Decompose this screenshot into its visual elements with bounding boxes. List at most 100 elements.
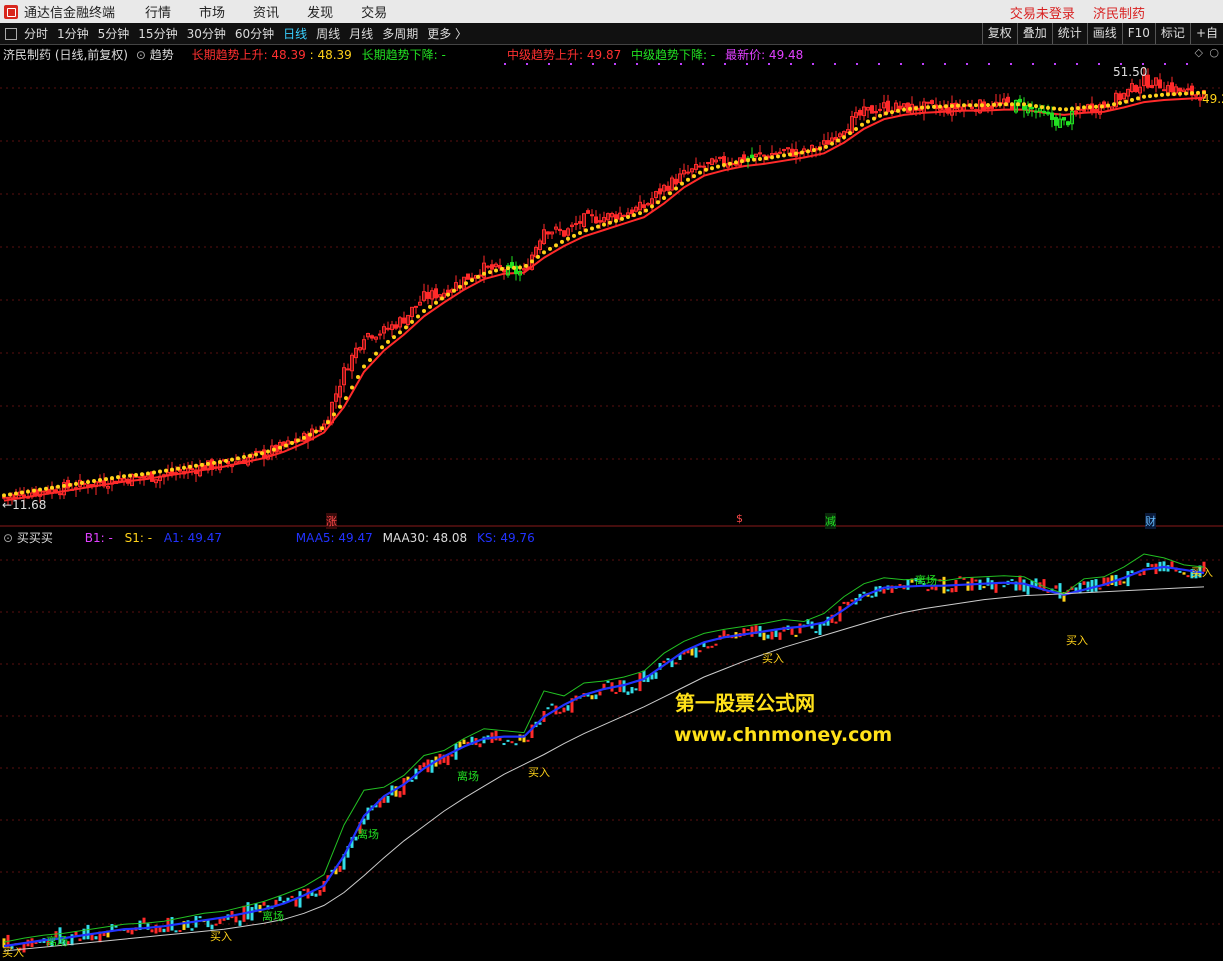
indicator-bar xyxy=(262,901,266,906)
indicator-bar xyxy=(238,920,242,926)
indicator-bar xyxy=(506,739,510,742)
indicator-bar xyxy=(502,743,506,746)
indicator-bar xyxy=(622,680,626,693)
indicator-bar xyxy=(1098,587,1102,590)
indicator-bar xyxy=(834,621,838,624)
series-line-maa5 xyxy=(3,565,1205,948)
exit-signal-tag: 离场 xyxy=(457,770,479,783)
indicator-bar xyxy=(790,627,794,635)
indicator-bar xyxy=(674,662,678,665)
indicator-bar xyxy=(1058,583,1062,599)
indicator-bar xyxy=(926,589,930,592)
indicator-bar xyxy=(110,924,114,931)
indicator-bar xyxy=(1138,573,1142,576)
indicator-bar xyxy=(1178,570,1182,573)
indicator-bar xyxy=(1110,575,1114,585)
indicator-bar xyxy=(418,765,422,770)
indicator-bar xyxy=(190,928,194,931)
indicator-bar xyxy=(526,739,530,742)
indicator-bar xyxy=(198,916,202,919)
indicator-bar xyxy=(562,707,566,713)
indicator-bar xyxy=(558,711,562,714)
indicator-bar xyxy=(302,888,306,891)
indicator-bar xyxy=(778,632,782,640)
buy-signal-tag: 买入 xyxy=(528,766,550,779)
indicator-bar xyxy=(750,626,754,637)
indicator-bar xyxy=(254,903,258,910)
indicator-bar xyxy=(1126,571,1130,587)
indicator-bar xyxy=(458,741,462,748)
exit-signal-tag: 离场 xyxy=(915,574,937,587)
indicator-bar xyxy=(714,643,718,646)
indicator-bar xyxy=(842,601,846,604)
indicator-bar xyxy=(694,647,698,658)
indicator-bar xyxy=(666,658,670,661)
watermark-title: 第一股票公式网 xyxy=(675,691,815,715)
indicator-bar xyxy=(478,743,482,748)
fast-line xyxy=(3,553,1205,943)
indicator-bar xyxy=(446,755,450,766)
indicator-bar xyxy=(1010,579,1014,582)
indicator-bar xyxy=(290,895,294,898)
indicator-bar xyxy=(638,672,642,692)
buy-signal-tag: 买入 xyxy=(762,652,784,665)
indicator-bar xyxy=(1118,580,1122,585)
indicator-bar xyxy=(298,891,302,908)
buy-signal-tag: 买入 xyxy=(1191,566,1213,579)
indicator-bar xyxy=(798,623,802,634)
indicator-bar xyxy=(74,931,78,936)
indicator-bar xyxy=(626,691,630,695)
buy-signal-tag: 买入 xyxy=(1066,634,1088,647)
indicator-bar xyxy=(150,929,154,933)
indicator-bar xyxy=(1122,581,1126,584)
indicator-bar xyxy=(1186,575,1190,578)
indicator-bar xyxy=(314,893,318,897)
indicator-bar xyxy=(946,589,950,592)
indicator-bar xyxy=(706,646,710,649)
indicator-bar xyxy=(546,707,550,710)
indicator-bar xyxy=(594,694,598,700)
indicator-bar xyxy=(710,645,714,648)
indicator-bar xyxy=(386,795,390,803)
indicator-bar xyxy=(318,889,322,896)
indicator-bar xyxy=(1082,581,1086,585)
indicator-bar xyxy=(698,650,702,653)
indicator-bar xyxy=(966,581,970,591)
indicator-bar xyxy=(1170,561,1174,568)
indicator-bar xyxy=(590,695,594,700)
indicator-bar xyxy=(762,632,766,641)
indicator-bar xyxy=(654,672,658,679)
indicator-bar xyxy=(234,916,238,923)
indicator-bar xyxy=(662,660,666,663)
indicator-chart[interactable] xyxy=(0,0,1223,961)
indicator-bar xyxy=(514,743,518,746)
indicator-bar xyxy=(494,730,498,741)
indicator-bar xyxy=(882,588,886,594)
indicator-bar xyxy=(746,629,750,632)
series-line-maa30 xyxy=(3,586,1205,952)
indicator-bar xyxy=(338,865,342,872)
indicator-bar xyxy=(398,791,402,798)
indicator-bar xyxy=(130,929,134,935)
indicator-bar xyxy=(794,634,798,637)
indicator-bar xyxy=(1182,572,1186,575)
exit-signal-tag: 离场 xyxy=(357,828,379,841)
indicator-bar xyxy=(1054,585,1058,589)
buy-signal-tag: 买入 xyxy=(210,930,232,943)
indicator-bar xyxy=(422,762,426,768)
watermark-url: www.chnmoney.com xyxy=(674,724,893,746)
indicator-bar xyxy=(870,595,874,598)
indicator-bar xyxy=(634,688,638,691)
indicator-bar xyxy=(1090,580,1094,593)
indicator-bar xyxy=(1094,579,1098,592)
exit-signal-tag: 离场 xyxy=(46,935,68,948)
indicator-bar xyxy=(722,630,726,637)
indicator-bar xyxy=(770,631,774,640)
indicator-bar xyxy=(950,588,954,593)
indicator-bar xyxy=(94,936,98,940)
indicator-bar xyxy=(1146,562,1150,567)
indicator-bar xyxy=(1026,585,1030,595)
indicator-bar xyxy=(278,896,282,901)
indicator-bar xyxy=(630,687,634,694)
indicator-bar xyxy=(550,703,554,706)
